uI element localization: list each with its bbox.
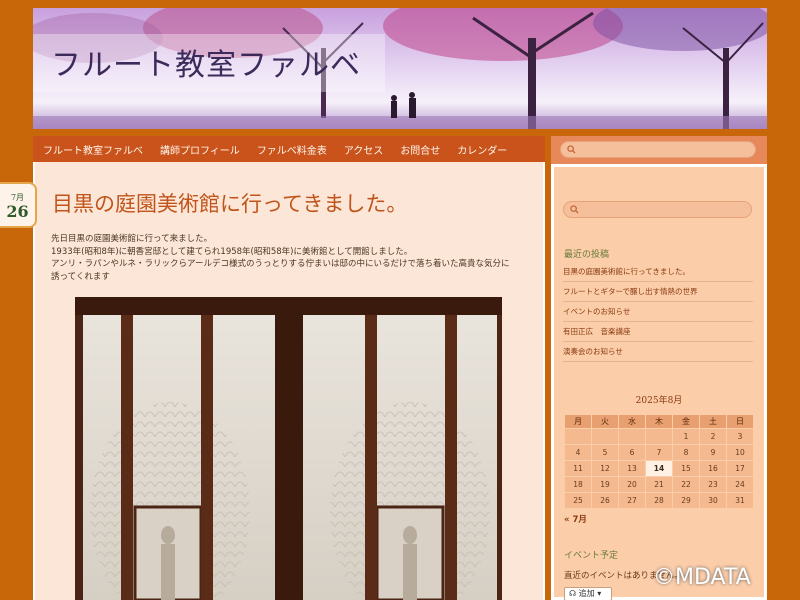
calendar-day: 2 [699, 428, 727, 445]
calendar-day: 21 [645, 476, 673, 493]
nav-item-profile[interactable]: 講師プロフィール [160, 142, 240, 157]
recent-posts-list: 目黒の庭園美術館に行ってきました。 フルートとギターで醸し出す情熱の世界 イベン… [563, 262, 753, 362]
nav-item-pricing[interactable]: ファルベ料金表 [257, 142, 327, 157]
sidebar [551, 164, 767, 600]
calendar-day: 10 [726, 444, 754, 461]
calendar-day: 31 [726, 492, 754, 509]
recent-post-link[interactable]: 演奏会のお知らせ [563, 342, 753, 362]
calendar-day: 25 [564, 492, 592, 509]
add-feed-button[interactable]: ☊ 追加 ▾ [564, 587, 612, 600]
calendar-day: 26 [591, 492, 619, 509]
calendar-widget: 2025年8月 月 火 水 木 金 土 日 1 2 3 4 5 6 7 8 9 10 11 12 13 1… [564, 393, 754, 509]
nav-item-home[interactable]: フルート教室ファルベ [43, 142, 143, 157]
calendar-day: 12 [591, 460, 619, 477]
post-date-day: 26 [6, 202, 29, 221]
search-icon [567, 145, 576, 154]
calendar-day: 17 [726, 460, 754, 477]
recent-post-link[interactable]: フルートとギターで醸し出す情熱の世界 [563, 282, 753, 302]
calendar-day: 11 [564, 460, 592, 477]
recent-posts-title: 最近の投稿 [564, 250, 610, 260]
header-banner: フルート教室ファルベ [33, 8, 767, 129]
post-image [75, 297, 502, 600]
calendar-day: 16 [699, 460, 727, 477]
add-button-label: 追加 [578, 589, 595, 598]
events-title: イベント予定 [564, 551, 619, 561]
calendar-table: 月 火 水 木 金 土 日 1 2 3 4 5 6 7 8 9 10 11 12 13 14 15 16 17 1… [564, 414, 754, 509]
calendar-day: 22 [672, 476, 700, 493]
calendar-caption: 2025年8月 [635, 396, 683, 406]
nav-item-calendar[interactable]: カレンダー [457, 142, 507, 157]
post-body: 先日目黒の庭園美術館に行って来ました。 1933年(昭和8年)に朝香宮邸として建… [51, 233, 526, 283]
calendar-day: 4 [564, 444, 592, 461]
search-input[interactable] [563, 201, 752, 218]
post-line: 1933年(昭和8年)に朝香宮邸として建てられ1958年(昭和58年)に美術館と… [51, 246, 413, 257]
calendar-empty-cell [618, 428, 646, 445]
site-title[interactable]: フルート教室ファルベ [51, 40, 361, 84]
calendar-day: 30 [699, 492, 727, 509]
recent-post-link[interactable]: 有田正広 音楽講座 [563, 322, 753, 342]
calendar-empty-cell [564, 428, 592, 445]
calendar-day: 15 [672, 460, 700, 477]
post-line: 先日目黒の庭園美術館に行って来ました。 [51, 234, 213, 244]
calendar-day: 1 [672, 428, 700, 445]
calendar-day: 18 [564, 476, 592, 493]
weekday-header: 月 [564, 414, 592, 429]
calendar-day: 19 [591, 476, 619, 493]
post-line: アンリ・ラパンやルネ・ラリックらアールデコ様式のうっとりする佇まいは邸の中にいる… [51, 259, 510, 269]
weekday-header: 木 [645, 414, 673, 429]
main-nav: フルート教室ファルベ 講師プロフィール ファルベ料金表 アクセス お問合せ カレ… [33, 136, 545, 162]
calendar-day: 3 [726, 428, 754, 445]
art-deco-door-image [75, 297, 502, 600]
weekday-header: 日 [726, 414, 754, 429]
calendar-week-row: 11 12 13 14 15 16 17 [564, 460, 754, 477]
calendar-week-row: 18 19 20 21 22 23 24 [564, 476, 754, 493]
calendar-day: 24 [726, 476, 754, 493]
rss-icon: ☊ [569, 589, 579, 598]
post-date-badge: 7月 26 [0, 182, 37, 228]
calendar-day: 5 [591, 444, 619, 461]
calendar-body: 1 2 3 4 5 6 7 8 9 10 11 12 13 14 15 16 17 18 19 20 21 22 23 24 2… [564, 428, 754, 509]
calendar-day: 8 [672, 444, 700, 461]
calendar-day: 20 [618, 476, 646, 493]
calendar-day: 14 [645, 460, 673, 477]
post-line: 誘ってくれます [51, 271, 110, 282]
watermark: ©MDATA [653, 565, 751, 590]
calendar-day: 9 [699, 444, 727, 461]
calendar-day: 27 [618, 492, 646, 509]
nav-item-access[interactable]: アクセス [344, 142, 384, 157]
weekday-header: 火 [591, 414, 619, 429]
calendar-day: 29 [672, 492, 700, 509]
weekday-header: 土 [699, 414, 727, 429]
calendar-week-row: 4 5 6 7 8 9 10 [564, 444, 754, 461]
calendar-week-row: 123 [564, 428, 754, 445]
calendar-day: 23 [699, 476, 727, 493]
recent-post-link[interactable]: 目黒の庭園美術館に行ってきました。 [563, 262, 753, 282]
calendar-empty-cell [591, 428, 619, 445]
weekday-header: 水 [618, 414, 646, 429]
recent-post-link[interactable]: イベントのお知らせ [563, 302, 753, 322]
post-title[interactable]: 目黒の庭園美術館に行ってきました。 [52, 188, 407, 218]
search-icon [570, 205, 579, 214]
calendar-day: 28 [645, 492, 673, 509]
search-input-top[interactable] [560, 141, 756, 158]
calendar-prev-month-link[interactable]: « 7月 [564, 513, 587, 525]
calendar-empty-cell [645, 428, 673, 445]
calendar-week-row: 25 26 27 28 29 30 31 [564, 492, 754, 509]
nav-item-contact[interactable]: お問合せ [400, 142, 440, 157]
calendar-day: 13 [618, 460, 646, 477]
calendar-day: 6 [618, 444, 646, 461]
weekday-header: 金 [672, 414, 700, 429]
calendar-day: 7 [645, 444, 673, 461]
